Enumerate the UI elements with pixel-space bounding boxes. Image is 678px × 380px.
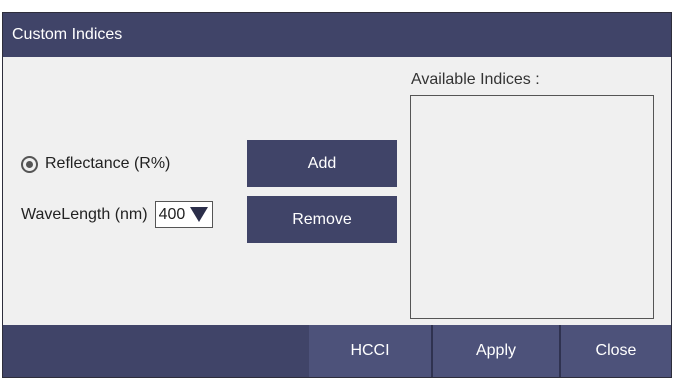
wavelength-row: WaveLength (nm) 400: [21, 201, 213, 228]
wavelength-select[interactable]: 400: [154, 201, 213, 228]
wavelength-value: 400: [158, 205, 186, 223]
available-indices-list[interactable]: [410, 95, 654, 319]
triangle-down-icon[interactable]: [189, 207, 208, 222]
reflectance-radio-option[interactable]: Reflectance (R%): [21, 155, 170, 173]
close-button[interactable]: Close: [561, 325, 671, 377]
reflectance-label: Reflectance (R%): [45, 155, 171, 172]
radio-dot: [26, 160, 33, 168]
radio-selected-icon[interactable]: [21, 155, 38, 173]
hcci-button[interactable]: HCCI: [309, 325, 431, 377]
remove-button[interactable]: Remove: [247, 196, 397, 243]
apply-button[interactable]: Apply: [433, 325, 559, 377]
dialog-footer: HCCI Apply Close: [3, 325, 671, 377]
dialog-title: Custom Indices: [3, 13, 671, 57]
add-button[interactable]: Add: [247, 140, 397, 187]
custom-indices-dialog: Custom Indices Reflectance (R%) WaveLeng…: [2, 12, 672, 378]
wavelength-label: WaveLength (nm): [21, 205, 148, 223]
available-indices-label: Available Indices :: [411, 71, 540, 88]
